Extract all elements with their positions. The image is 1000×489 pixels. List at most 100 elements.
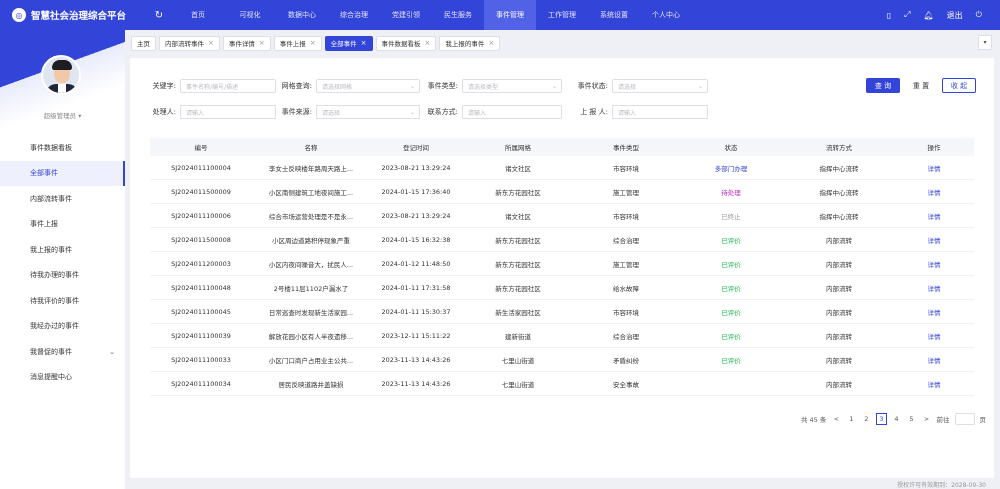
close-icon[interactable]: ×	[259, 39, 265, 47]
close-icon[interactable]: ×	[488, 39, 494, 47]
keyword-input[interactable]: 事件名称/编号/描述	[180, 79, 276, 93]
page-number[interactable]: 1	[846, 413, 856, 425]
logout-button[interactable]: 退出	[947, 10, 963, 21]
sidebar-item[interactable]: 我上报的事件	[0, 237, 125, 263]
tab[interactable]: 主页	[131, 35, 156, 51]
nav-item[interactable]: 数据中心	[276, 0, 328, 30]
table-row: SJ2024011100048 2号楼11层1102户漏水了 2024-01-11 …	[150, 276, 974, 300]
status-select[interactable]: 请选择 ⌄	[612, 79, 708, 93]
sidebar-item[interactable]: 事件上报	[0, 212, 125, 238]
tab[interactable]: 事件上报 ×	[273, 35, 322, 51]
type-select[interactable]: 请选择类型 ⌄	[462, 79, 562, 93]
nav-item[interactable]: 综合治理	[328, 0, 380, 30]
table-cell-time: 2023-11-13 14:43:26	[381, 355, 451, 364]
mobile-icon[interactable]: ▯	[887, 11, 891, 20]
filter-contact: 联系方式: 请输入	[426, 104, 562, 120]
tab[interactable]: 内部流转事件 ×	[159, 35, 220, 51]
user-name[interactable]: 超级管理员 ▾	[0, 110, 125, 120]
reset-button[interactable]: 重 置	[906, 78, 936, 93]
power-icon[interactable]: ⏻	[976, 10, 982, 20]
nav-item[interactable]: 民生服务	[432, 0, 484, 30]
column-header: 事件类型	[613, 144, 639, 152]
close-icon[interactable]: ×	[310, 39, 316, 47]
sidebar-item-label: 待我办理的事件	[30, 271, 79, 280]
table-cell-type: 矛盾纠纷	[613, 356, 639, 365]
close-icon[interactable]: ×	[208, 39, 214, 47]
top-nav: 首页 可视化 数据中心 综合治理 党建引领 民生服务 事件管理 工作管理 系统设置 个人中心	[172, 0, 692, 30]
detail-link[interactable]: 详情	[894, 379, 974, 389]
sidebar-item[interactable]: 我督促的事件 ⌄	[0, 339, 125, 365]
reporter-input[interactable]: 请输入	[612, 105, 708, 119]
page-number[interactable]: 2	[861, 413, 871, 425]
table-cell-time: 2024-01-11 15:30:37	[381, 307, 451, 316]
page-number[interactable]: 5	[907, 413, 917, 425]
close-icon[interactable]: ×	[361, 39, 367, 47]
detail-link[interactable]: 详情	[894, 355, 974, 365]
detail-link[interactable]: 详情	[894, 235, 974, 245]
tab[interactable]: 我上报的事件 ×	[439, 35, 501, 51]
logo-icon: ◎	[12, 8, 26, 22]
sidebar-item[interactable]: 待我评价的事件	[0, 288, 125, 314]
detail-link[interactable]: 详情	[894, 211, 974, 221]
nav-item[interactable]: 事件管理	[484, 0, 536, 30]
search-button[interactable]: 查 询	[866, 78, 900, 93]
table-cell-status: 已终止	[721, 212, 741, 221]
detail-link[interactable]: 详情	[894, 331, 974, 341]
table-cell-name: 日常巡查时发现新生活家园...	[268, 308, 354, 317]
column-header: 编号	[194, 144, 208, 152]
detail-link[interactable]: 详情	[894, 307, 974, 317]
tab[interactable]: 事件数据看板 ×	[375, 35, 437, 51]
sidebar-item[interactable]: 消息提醒中心	[0, 365, 125, 391]
chevron-down-icon: ⌄	[551, 82, 557, 90]
avatar[interactable]	[41, 55, 81, 95]
goto-page-input[interactable]	[954, 413, 975, 425]
table-cell-flow: 内部流转	[826, 284, 852, 293]
nav-item[interactable]: 系统设置	[588, 0, 640, 30]
sidebar-item[interactable]: 事件数据看板	[0, 135, 125, 161]
detail-link[interactable]: 详情	[894, 283, 974, 293]
tab[interactable]: 事件详情 ×	[222, 35, 271, 51]
detail-link[interactable]: 详情	[894, 259, 974, 269]
page-number[interactable]: 4	[892, 413, 902, 425]
sidebar-item[interactable]: 全部事件	[0, 160, 125, 186]
sidebar-item[interactable]: 内部流转事件	[0, 186, 125, 212]
table-cell-status: 多部门办理	[714, 164, 748, 173]
tab[interactable]: 全部事件 ×	[324, 35, 373, 51]
table-row: SJ2024011100006 综合市场运营处理是不是永... 2023-08-21…	[150, 204, 974, 228]
bell-icon[interactable]: 🔔︎	[924, 11, 934, 20]
table-cell-grid: 七里山街道	[501, 380, 535, 389]
page-number[interactable]: 3	[876, 413, 887, 425]
filter-keyword: 关键字: 事件名称/编号/描述	[144, 78, 276, 94]
nav-item[interactable]: 党建引领	[380, 0, 432, 30]
nav-item[interactable]: 首页	[172, 0, 224, 30]
table-cell-time: 2024-01-15 17:36:40	[381, 187, 451, 196]
source-select[interactable]: 请选择 ⌄	[316, 105, 420, 119]
license-footer: 授权许可有效期到：2028-09-30	[897, 482, 986, 489]
detail-link[interactable]: 详情	[894, 187, 974, 197]
table-cell-type: 市容环境	[613, 212, 639, 221]
nav-item[interactable]: 工作管理	[536, 0, 588, 30]
collapse-button[interactable]: 收 起	[942, 78, 976, 93]
table-cell-name: 2号楼11层1102户漏水了	[273, 284, 349, 293]
close-icon[interactable]: ×	[425, 39, 431, 47]
nav-item[interactable]: 个人中心	[640, 0, 692, 30]
sidebar-item-label: 全部事件	[30, 169, 58, 178]
fullscreen-icon[interactable]: ⤢	[904, 10, 910, 20]
sidebar-item[interactable]: 我经办过的事件	[0, 314, 125, 340]
grid-select[interactable]: 请选择网格 ⌄	[316, 79, 420, 93]
refresh-icon[interactable]: ↻	[150, 10, 168, 21]
contact-input[interactable]: 请输入	[462, 105, 562, 119]
next-page-button[interactable]: >	[922, 413, 932, 425]
nav-item[interactable]: 可视化	[224, 0, 276, 30]
chevron-down-icon[interactable]: ⌄	[109, 348, 115, 356]
table-cell-no: SJ2024011100045	[171, 307, 231, 316]
prev-page-button[interactable]: <	[831, 413, 841, 425]
detail-link[interactable]: 详情	[894, 163, 974, 173]
column-header: 所属网格	[505, 144, 531, 152]
table-cell-grid: 诸文社区	[505, 164, 531, 173]
table-cell-name: 居民反映道路井盖缺损	[278, 380, 344, 389]
app-logo[interactable]: ◎ 智慧社会治理综合平台	[0, 8, 150, 22]
sidebar-item[interactable]: 待我办理的事件	[0, 263, 125, 289]
handler-input[interactable]: 请输入	[180, 105, 276, 119]
tabs-dropdown-icon[interactable]: ▾	[978, 35, 992, 50]
